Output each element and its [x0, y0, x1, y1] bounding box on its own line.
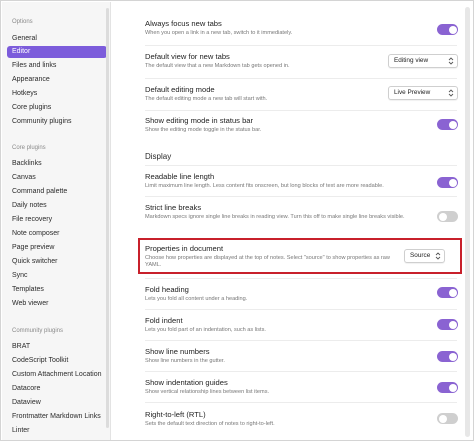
default-editing-mode-select[interactable]: Live Preview — [388, 86, 458, 100]
sidebar-item-general[interactable]: General — [7, 33, 107, 45]
show-line-numbers-toggle[interactable] — [437, 351, 458, 362]
divider — [145, 340, 457, 341]
divider — [145, 165, 457, 166]
setting-description: When you open a link in a new tab, switc… — [145, 30, 293, 36]
sidebar-item-custom-attachment-location[interactable]: Custom Attachment Location — [7, 369, 107, 381]
settings-sidebar: Options General Editor Files and links A… — [2, 2, 111, 440]
setting-description: The default editing mode a new tab will … — [145, 96, 268, 102]
setting-name: Show indentation guides — [145, 378, 228, 387]
sidebar-item-web-viewer[interactable]: Web viewer — [7, 298, 107, 310]
setting-description: Sets the default text direction of notes… — [145, 421, 275, 427]
setting-name: Fold indent — [145, 316, 183, 325]
sidebar-item-canvas[interactable]: Canvas — [7, 172, 107, 184]
fold-indent-toggle[interactable] — [437, 319, 458, 330]
setting-description: Show vertical relationship lines between… — [145, 389, 270, 395]
section-title-display: Display — [145, 152, 172, 161]
sidebar-item-dataview[interactable]: Dataview — [7, 397, 107, 409]
sidebar-heading-options: Options — [12, 19, 33, 25]
show-indentation-guides-toggle[interactable] — [437, 382, 458, 393]
fold-heading-toggle[interactable] — [437, 287, 458, 298]
setting-description: The default view that a new Markdown tab… — [145, 63, 290, 69]
divider — [145, 371, 457, 372]
divider — [145, 78, 457, 79]
divider — [145, 45, 457, 46]
setting-description: Lets you fold all content under a headin… — [145, 296, 248, 302]
always-focus-new-tabs-toggle[interactable] — [437, 24, 458, 35]
setting-name: Strict line breaks — [145, 203, 202, 212]
setting-description: Show line numbers in the gutter. — [145, 358, 225, 364]
divider — [145, 196, 457, 197]
sidebar-item-datacore[interactable]: Datacore — [7, 383, 107, 395]
content-scrollbar[interactable] — [465, 7, 470, 437]
readable-line-length-toggle[interactable] — [437, 177, 458, 188]
divider — [145, 309, 457, 310]
show-editing-mode-toggle[interactable] — [437, 119, 458, 130]
sidebar-item-quick-switcher[interactable]: Quick switcher — [7, 256, 107, 268]
divider — [145, 402, 457, 403]
setting-description: Limit maximum line length. Less content … — [145, 183, 384, 189]
setting-name: Default view for new tabs — [145, 52, 230, 61]
sidebar-item-hotkeys[interactable]: Hotkeys — [7, 88, 107, 100]
sidebar-item-command-palette[interactable]: Command palette — [7, 186, 107, 198]
divider — [145, 110, 457, 111]
select-value: Editing view — [394, 57, 429, 64]
chevron-up-down-icon — [448, 57, 454, 65]
sidebar-item-daily-notes[interactable]: Daily notes — [7, 200, 107, 212]
setting-description: Show the editing mode toggle in the stat… — [145, 127, 262, 133]
sidebar-item-linter[interactable]: Linter — [7, 425, 107, 437]
sidebar-item-sync[interactable]: Sync — [7, 270, 107, 282]
setting-name: Default editing mode — [145, 85, 215, 94]
sidebar-item-page-preview[interactable]: Page preview — [7, 242, 107, 254]
sidebar-item-templates[interactable]: Templates — [7, 284, 107, 296]
setting-name: Always focus new tabs — [145, 19, 222, 28]
sidebar-heading-core-plugins: Core plugins — [12, 145, 46, 151]
settings-window: Options General Editor Files and links A… — [0, 0, 474, 441]
sidebar-item-appearance[interactable]: Appearance — [7, 74, 107, 86]
sidebar-item-files-and-links[interactable]: Files and links — [7, 60, 107, 72]
setting-description: Lets you fold part of an indentation, su… — [145, 327, 266, 333]
sidebar-heading-community-plugins: Community plugins — [12, 328, 64, 334]
right-to-left-toggle[interactable] — [437, 413, 458, 424]
editor-settings-panel: Always focus new tabs When you open a li… — [113, 2, 461, 440]
sidebar-item-frontmatter-markdown-links[interactable]: Frontmatter Markdown Links — [7, 411, 107, 423]
sidebar-item-file-recovery[interactable]: File recovery — [7, 214, 107, 226]
setting-name: Fold heading — [145, 285, 189, 294]
sidebar-item-core-plugins[interactable]: Core plugins — [7, 102, 107, 114]
strict-line-breaks-toggle[interactable] — [437, 211, 458, 222]
sidebar-item-backlinks[interactable]: Backlinks — [7, 158, 107, 170]
setting-name: Show editing mode in status bar — [145, 116, 254, 125]
chevron-up-down-icon — [448, 89, 454, 97]
divider — [145, 278, 457, 279]
sidebar-item-codescript-toolkit[interactable]: CodeScript Toolkit — [7, 355, 107, 367]
setting-name: Right-to-left (RTL) — [145, 410, 206, 419]
setting-description: Markdown specs ignore single line breaks… — [145, 214, 405, 220]
sidebar-item-brat[interactable]: BRAT — [7, 341, 107, 353]
sidebar-scrollbar[interactable] — [106, 8, 109, 428]
highlight-box — [138, 238, 462, 274]
default-view-select[interactable]: Editing view — [388, 54, 458, 68]
sidebar-item-community-plugins[interactable]: Community plugins — [7, 116, 107, 128]
setting-name: Readable line length — [145, 172, 215, 181]
sidebar-item-editor[interactable]: Editor — [7, 46, 107, 58]
setting-name: Show line numbers — [145, 347, 210, 356]
select-value: Live Preview — [394, 89, 431, 96]
sidebar-item-note-composer[interactable]: Note composer — [7, 228, 107, 240]
